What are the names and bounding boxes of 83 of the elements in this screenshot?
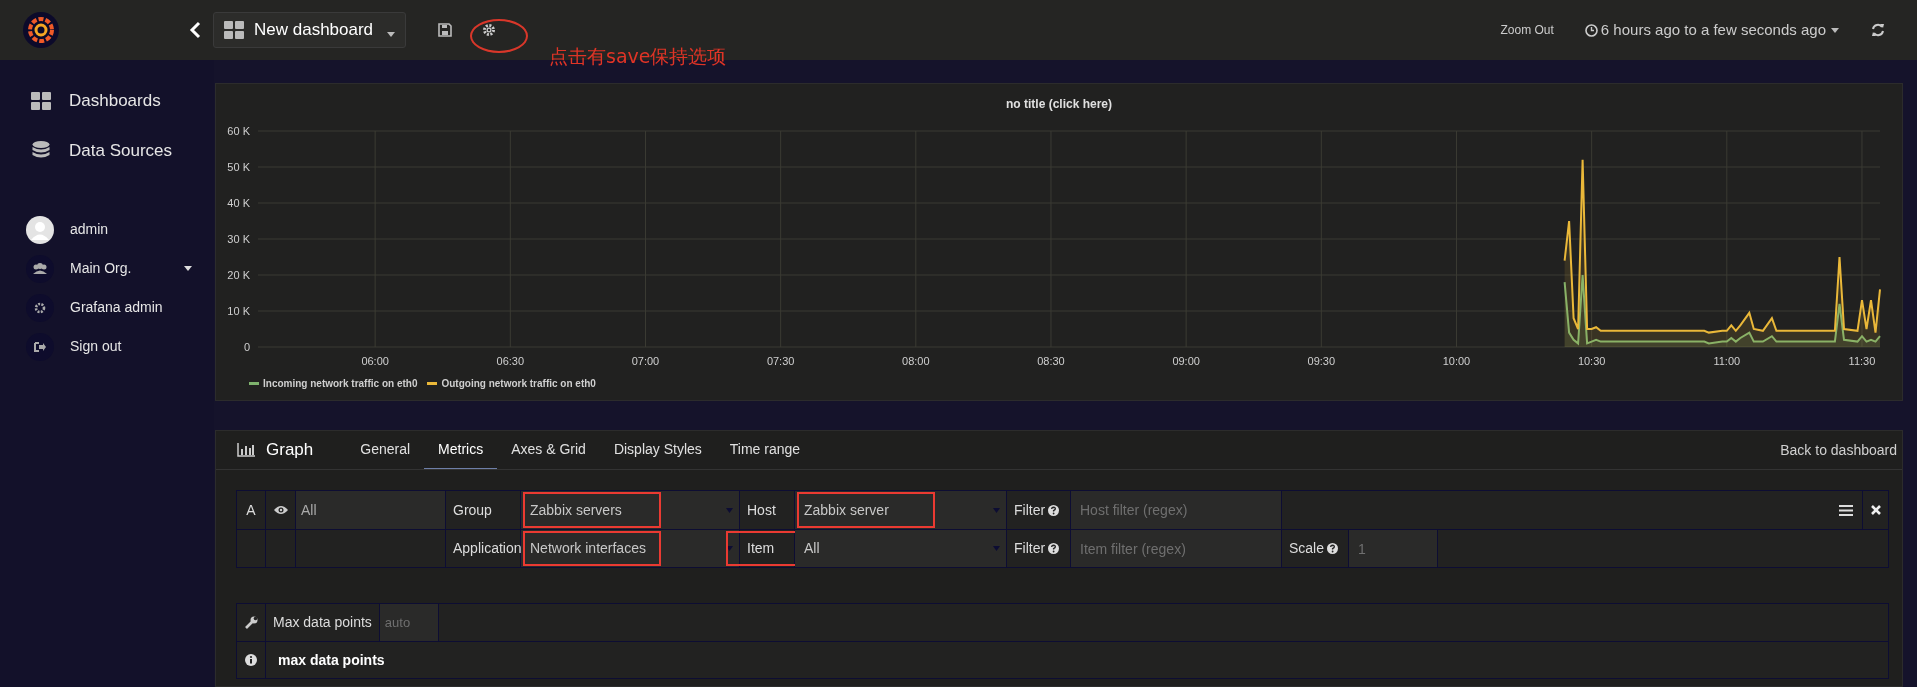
x-tick-label: 10:30 <box>1577 355 1606 367</box>
sidebar-item[interactable]: Dashboards <box>0 76 214 126</box>
select-dropdown[interactable]: Network interfaces <box>521 530 740 567</box>
zoom-out-button[interactable]: Zoom Out <box>1500 21 1554 39</box>
sign-out-icon <box>26 332 54 361</box>
info-icon <box>245 654 257 666</box>
field-label-text: Application <box>453 539 522 558</box>
editor-title: Graph <box>266 439 314 462</box>
legend-swatch <box>427 382 438 385</box>
sidebar-item[interactable]: Data Sources <box>0 126 214 176</box>
alias-field[interactable]: All <box>296 491 446 529</box>
y-tick-label: 30 K <box>227 233 250 245</box>
settings-icon <box>26 293 54 322</box>
x-tick-label: 10:00 <box>1442 355 1471 367</box>
time-range-picker[interactable]: 6 hours ago to a few seconds ago <box>1584 18 1839 42</box>
field-label-text: Scale <box>1289 539 1325 558</box>
caret-icon <box>993 546 1000 551</box>
x-tick-label: 06:30 <box>496 355 525 367</box>
y-tick-label: 0 <box>243 341 250 353</box>
user-menu-item[interactable]: Grafana admin <box>0 288 214 327</box>
users-icon <box>26 254 54 283</box>
y-tick-label: 40 K <box>227 197 250 209</box>
caret-icon <box>387 31 396 37</box>
grid-icon <box>224 21 244 39</box>
legend-swatch <box>249 382 259 385</box>
refresh-icon[interactable] <box>1871 23 1885 37</box>
back-icon[interactable] <box>189 21 201 39</box>
select-dropdown[interactable]: Zabbix servers <box>521 491 740 529</box>
y-tick-label: 20 K <box>227 269 250 281</box>
avatar-icon <box>26 215 54 244</box>
legend-label[interactable]: Incoming network traffic on eth0 <box>263 376 418 391</box>
caret-icon <box>726 507 733 513</box>
select-dropdown[interactable]: All <box>795 530 1007 567</box>
x-tick-label: 09:30 <box>1307 355 1336 367</box>
annotation-text: 点击有save保持选项 <box>549 44 727 69</box>
x-tick-label: 11:30 <box>1848 355 1876 367</box>
field-label-text: Item <box>747 539 775 558</box>
grid-icon <box>31 92 51 110</box>
editor-tab[interactable]: General <box>346 431 425 469</box>
close-icon[interactable] <box>1870 505 1881 515</box>
legend-label[interactable]: Outgoing network traffic on eth0 <box>441 376 596 391</box>
editor-tab[interactable]: Display Styles <box>599 431 716 469</box>
caret-icon <box>1831 27 1839 33</box>
field-label-text: Host <box>747 500 776 520</box>
select-dropdown[interactable]: Zabbix server <box>795 491 1007 529</box>
x-tick-label: 07:30 <box>766 355 795 367</box>
editor-tab[interactable]: Axes & Grid <box>497 431 600 469</box>
menu-icon[interactable] <box>1839 504 1853 516</box>
settings-icon[interactable] <box>482 23 497 37</box>
user-menu-item[interactable]: admin <box>0 210 214 249</box>
help-text: max data points <box>277 650 386 670</box>
y-tick-label: 10 K <box>227 305 250 317</box>
field-label-text: Filter <box>1014 539 1046 558</box>
x-tick-label: 07:00 <box>631 355 660 367</box>
panel-title[interactable]: no title (click here) <box>1006 95 1112 113</box>
bar-chart-icon <box>237 443 255 457</box>
input-field[interactable]: 1 <box>1349 530 1437 567</box>
wrench-icon <box>244 616 258 629</box>
y-tick-label: 50 K <box>227 161 250 173</box>
caret-icon <box>726 546 733 551</box>
dashboard-picker[interactable]: New dashboard <box>213 12 407 48</box>
save-icon[interactable] <box>438 23 453 37</box>
y-tick-label: 60 K <box>227 125 250 137</box>
editor-tab[interactable]: Metrics <box>424 431 498 469</box>
x-tick-label: 08:30 <box>1037 355 1065 367</box>
field-label-text: Filter <box>1014 500 1046 520</box>
input-field[interactable]: Item filter (regex) <box>1071 530 1281 567</box>
x-tick-label: 11:00 <box>1713 355 1741 367</box>
user-menu-item[interactable]: Sign out <box>0 327 214 366</box>
input-field[interactable]: auto <box>379 604 438 641</box>
x-tick-label: 08:00 <box>902 355 930 367</box>
field-label-text: Group <box>453 500 492 520</box>
clock-icon <box>1584 23 1598 37</box>
caret-icon <box>993 507 1000 513</box>
x-tick-label: 06:00 <box>361 355 389 367</box>
input-field[interactable]: Host filter (regex) <box>1071 491 1281 529</box>
grafana-logo-icon <box>23 12 59 48</box>
annotation-ellipse <box>470 19 528 53</box>
editor-tab[interactable]: Time range <box>715 431 815 469</box>
eye-icon[interactable] <box>273 505 288 515</box>
user-menu-item[interactable]: Main Org. <box>0 249 214 288</box>
back-to-dashboard-link[interactable]: Back to dashboard <box>1780 439 1897 461</box>
x-tick-label: 09:00 <box>1172 355 1200 367</box>
